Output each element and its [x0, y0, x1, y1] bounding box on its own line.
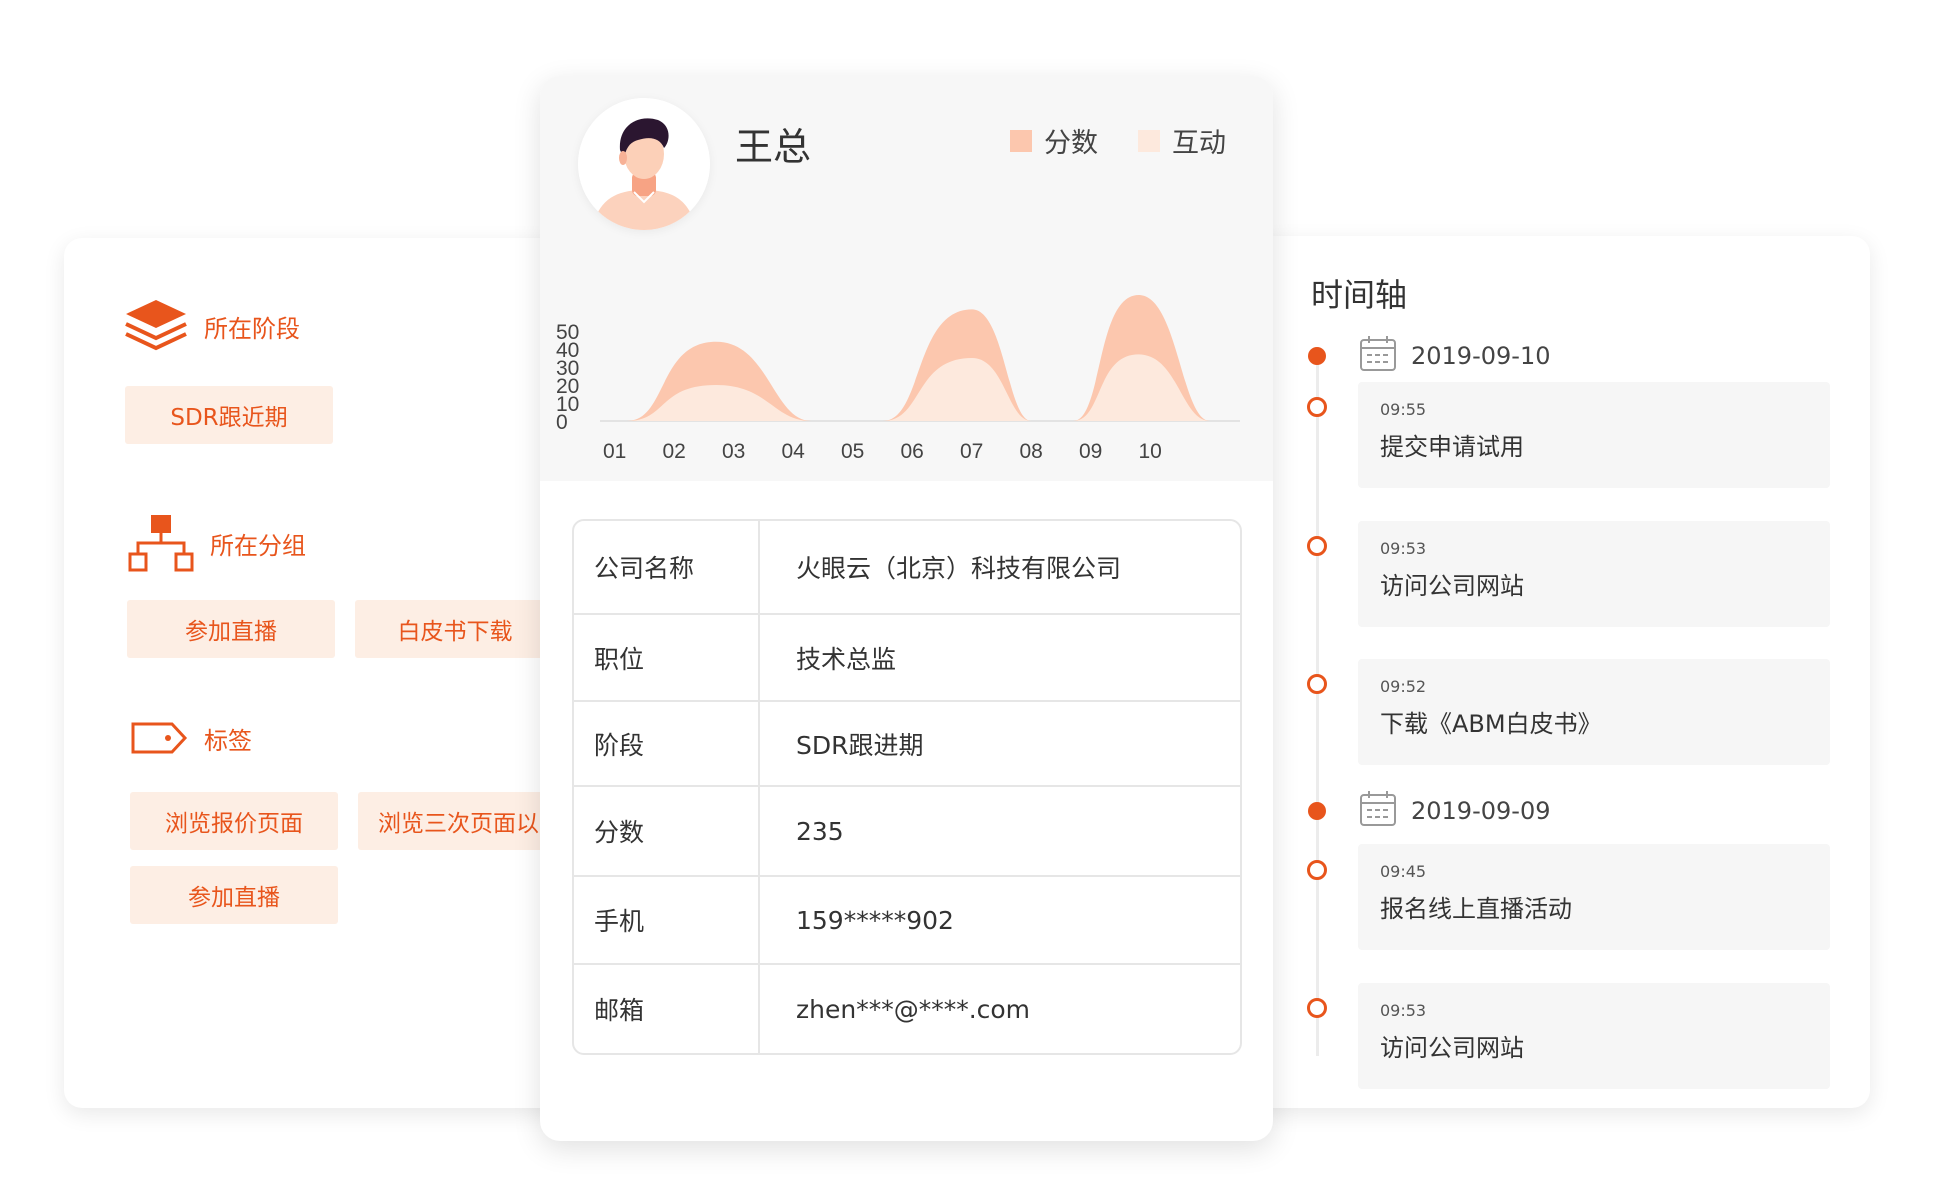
legend-swatch — [1010, 129, 1032, 152]
stage-tag[interactable]: SDR跟近期 — [125, 386, 333, 444]
x-tick-label: 01 — [603, 440, 626, 463]
event-time: 09:55 — [1380, 400, 1427, 419]
stage-section-header: 所在阶段 — [124, 298, 300, 354]
info-label: 邮箱 — [574, 965, 760, 1053]
event-time: 09:53 — [1380, 539, 1427, 558]
event-text: 访问公司网站 — [1380, 572, 1524, 600]
org-chart-icon — [128, 514, 194, 572]
event-dot — [1307, 998, 1327, 1018]
table-row: 公司名称 火眼云（北京）科技有限公司 — [574, 521, 1240, 615]
timeline-date: 2019-09-10 — [1359, 334, 1550, 378]
event-time: 09:52 — [1380, 677, 1427, 696]
event-text: 访问公司网站 — [1380, 1034, 1524, 1062]
labels-section-header: 标签 — [130, 720, 252, 756]
timeline-event[interactable]: 09:45 报名线上直播活动 — [1358, 844, 1830, 950]
info-label: 阶段 — [574, 702, 760, 785]
profile-header: 王总 分数 互动 50 40 30 20 10 0 01 02 03 04 05 06 07 08 09 10 — [540, 76, 1273, 481]
event-dot — [1307, 536, 1327, 556]
event-text: 下载《ABM白皮书》 — [1380, 710, 1602, 738]
info-label: 职位 — [574, 615, 760, 700]
info-value: 技术总监 — [796, 644, 897, 674]
x-tick-label: 05 — [841, 440, 864, 463]
labels-section-title: 标签 — [204, 726, 252, 755]
date-dot — [1308, 347, 1326, 365]
info-value: 159*****902 — [796, 905, 954, 935]
x-tick-label: 07 — [960, 440, 983, 463]
label-tag[interactable]: 浏览三次页面以 — [358, 792, 558, 850]
timeline-event[interactable]: 09:53 访问公司网站 — [1358, 983, 1830, 1089]
calendar-icon — [1359, 334, 1397, 378]
timeline-event[interactable]: 09:55 提交申请试用 — [1358, 382, 1830, 488]
timeline-event[interactable]: 09:52 下载《ABM白皮书》 — [1358, 659, 1830, 765]
table-row: 手机 159*****902 — [574, 877, 1240, 965]
legend-label: 互动 — [1172, 128, 1226, 159]
legend-label: 分数 — [1044, 128, 1098, 159]
info-value: zhen***@****.com — [796, 994, 1031, 1024]
event-text: 报名线上直播活动 — [1380, 895, 1572, 923]
legend-item-interaction: 互动 — [1138, 121, 1226, 160]
timeline-title: 时间轴 — [1311, 276, 1408, 314]
avatar[interactable] — [578, 98, 710, 230]
stage-section-title: 所在阶段 — [204, 314, 300, 343]
activity-chart: 5040302010001 02 03 04 05 06 07 08 09 10 — [556, 295, 1240, 463]
table-row: 分数 235 — [574, 787, 1240, 877]
x-tick-label: 08 — [1020, 440, 1043, 463]
x-tick-label: 10 — [1139, 440, 1162, 463]
timeline-date-text: 2019-09-09 — [1411, 797, 1551, 825]
profile-name: 王总 — [735, 125, 812, 169]
x-tick-label: 06 — [901, 440, 924, 463]
legend-swatch — [1138, 129, 1160, 152]
group-tag[interactable]: 参加直播 — [127, 600, 335, 658]
y-tick-label: 0 — [556, 411, 568, 434]
x-tick-label: 04 — [782, 440, 806, 463]
x-tick-label: 09 — [1079, 440, 1102, 463]
event-time: 09:45 — [1380, 862, 1427, 881]
timeline-card: 时间轴 2019-09-10 09:55 提交申请试用 09:53 访问公司网站… — [1255, 236, 1870, 1108]
group-section-title: 所在分组 — [210, 531, 306, 560]
event-dot — [1307, 674, 1327, 694]
timeline-date-text: 2019-09-10 — [1411, 342, 1551, 370]
tag-icon — [130, 720, 188, 756]
label-tag[interactable]: 参加直播 — [130, 866, 338, 924]
info-value: 火眼云（北京）科技有限公司 — [796, 554, 1122, 583]
table-row: 职位 技术总监 — [574, 615, 1240, 702]
timeline-line — [1316, 356, 1319, 1056]
info-label: 公司名称 — [574, 521, 760, 613]
legend-item-score: 分数 — [1010, 121, 1098, 160]
table-row: 阶段 SDR跟进期 — [574, 702, 1240, 787]
x-tick-label: 03 — [722, 440, 745, 463]
group-tag[interactable]: 白皮书下载 — [355, 600, 555, 658]
x-tick-label: 02 — [663, 440, 686, 463]
calendar-icon — [1359, 789, 1397, 833]
group-section-header: 所在分组 — [128, 514, 306, 572]
info-value: SDR跟进期 — [796, 730, 924, 760]
date-dot — [1308, 802, 1326, 820]
event-dot — [1307, 860, 1327, 880]
timeline-date: 2019-09-09 — [1359, 789, 1550, 833]
event-time: 09:53 — [1380, 1001, 1427, 1020]
table-row: 邮箱 zhen***@****.com — [574, 965, 1240, 1053]
info-table: 公司名称 火眼云（北京）科技有限公司 职位 技术总监 阶段 SDR跟进期 分数 … — [572, 519, 1242, 1055]
info-label: 手机 — [574, 877, 760, 963]
info-label: 分数 — [574, 787, 760, 875]
layers-icon — [124, 298, 188, 354]
profile-card: 王总 分数 互动 50 40 30 20 10 0 01 02 03 04 05 06 07 08 09 10… — [540, 76, 1273, 1141]
interaction-area-peak — [1073, 354, 1210, 421]
timeline-event[interactable]: 09:53 访问公司网站 — [1358, 521, 1830, 627]
label-tag[interactable]: 浏览报价页面 — [130, 792, 338, 850]
event-text: 提交申请试用 — [1380, 433, 1524, 461]
info-value: 235 — [796, 816, 844, 846]
event-dot — [1307, 397, 1327, 417]
